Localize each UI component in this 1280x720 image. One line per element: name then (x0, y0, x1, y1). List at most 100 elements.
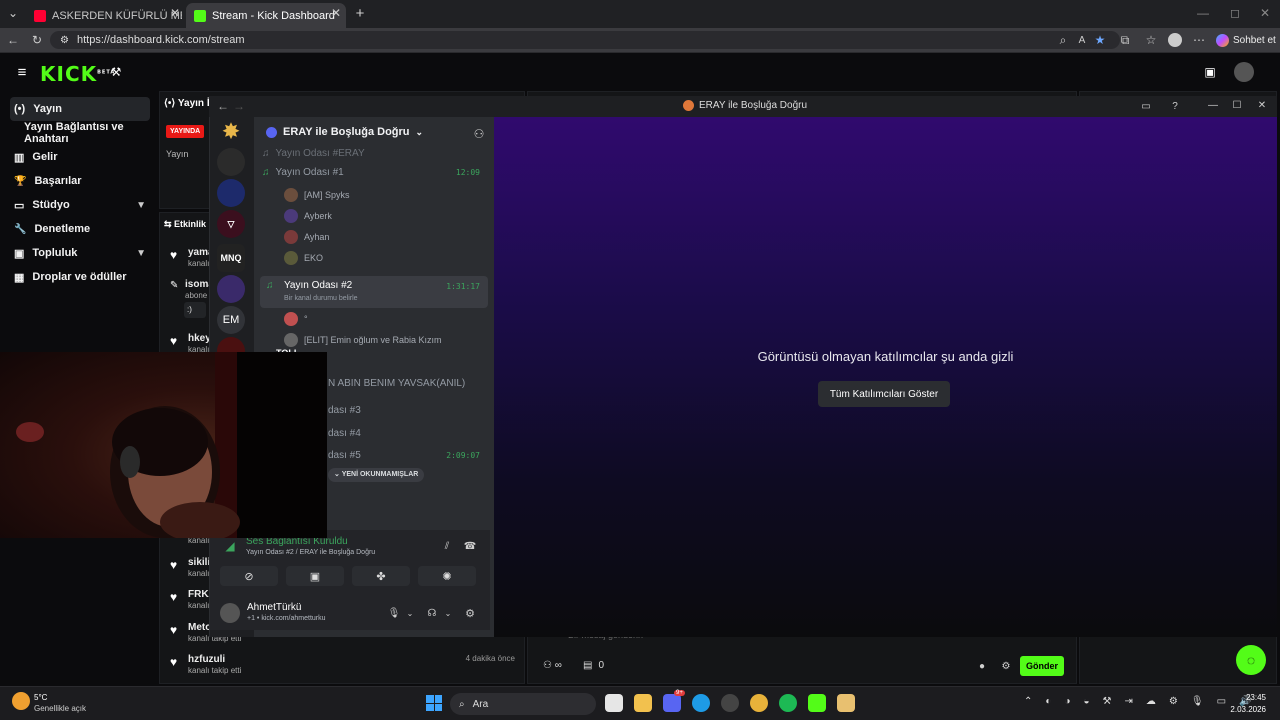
tab-close-icon[interactable]: ✕ (170, 6, 180, 20)
tray-app-icon[interactable]: ⚙ (1169, 696, 1178, 707)
gift-icon[interactable]: ▤ (583, 660, 592, 671)
tab-youtube[interactable]: ASKERDEN KÜFÜRLÜ MEKTUP | (c (26, 3, 182, 28)
settings-gear-icon[interactable]: ⚙ (1000, 660, 1012, 672)
minimize-icon[interactable]: — (1207, 98, 1219, 112)
channel-partial[interactable]: ♫ Yayın Odası #ERAY (262, 143, 488, 163)
file-explorer-icon[interactable] (634, 694, 652, 712)
user-settings-gear-icon[interactable]: ⚙ (464, 607, 476, 620)
copilot-button[interactable]: Sohbet et (1216, 33, 1276, 47)
extensions-icon[interactable]: ⧉ (1118, 33, 1132, 47)
sidebar-item-yayin[interactable]: (•) Yayın (10, 97, 150, 121)
tab-list-icon[interactable]: ⌄ (6, 6, 20, 20)
studio-icon[interactable]: ▣ (1202, 64, 1218, 80)
chevron-down-icon[interactable]: ⌄ (405, 607, 415, 619)
soundboard-button[interactable]: ✺ (418, 566, 476, 586)
camera-off-button[interactable]: ⊘ (220, 566, 278, 586)
back-arrow-icon[interactable]: ← (216, 99, 230, 113)
noise-suppression-icon[interactable]: ⫽ (440, 539, 454, 553)
chrome-icon[interactable] (750, 694, 768, 712)
steam-icon[interactable] (721, 694, 739, 712)
server-icon-badge[interactable]: ✸ (217, 117, 245, 145)
favorites-icon[interactable]: ☆ (1144, 33, 1158, 47)
chevron-up-icon[interactable]: ⌃ (1024, 696, 1032, 707)
sidebar-item-basarilar[interactable]: 🏆 Başarılar (10, 169, 150, 193)
activities-button[interactable]: ✤ (352, 566, 410, 586)
window-close-icon[interactable]: ✕ (1258, 6, 1272, 20)
task-view-icon[interactable] (605, 694, 623, 712)
headphones-icon[interactable]: ☊ (426, 607, 438, 619)
forward-arrow-icon[interactable]: → (232, 99, 246, 113)
hamburger-menu-icon[interactable]: ≡ (14, 64, 30, 81)
server-icon-mnq[interactable]: MNQ (217, 244, 245, 272)
clock-time[interactable]: 23:45 (1230, 693, 1266, 702)
profile-avatar[interactable] (1168, 33, 1182, 47)
refresh-icon[interactable]: ↻ (30, 33, 44, 47)
maximize-icon[interactable]: ☐ (1231, 98, 1243, 112)
kick-taskbar-icon[interactable] (808, 694, 826, 712)
favorite-star-icon[interactable]: ★ (1093, 33, 1107, 47)
sidebar-item-studyo[interactable]: ▭ Stüdyo ▼ (10, 193, 150, 217)
server-icon[interactable] (217, 179, 245, 207)
sidebar-item-topluluk[interactable]: ▣ Topluluk ▼ (10, 241, 150, 265)
channel-abin[interactable]: N ABIN BENIM YAVSAK(ANIL) (328, 373, 488, 393)
show-all-participants-button[interactable]: Tüm Katılımcıları Göster (818, 381, 950, 407)
voice-user[interactable]: Ayhan (284, 228, 329, 246)
hammer-icon[interactable]: ⚒ (108, 64, 124, 80)
server-header[interactable]: ERAY ile Boşluğa Doğru ⌄ (266, 126, 423, 138)
server-icon[interactable] (217, 275, 245, 303)
help-icon[interactable]: ? (1169, 99, 1181, 113)
spotify-icon[interactable] (779, 694, 797, 712)
voice-user[interactable]: EKO (284, 249, 323, 267)
chevron-down-icon[interactable]: ⌄ (443, 607, 453, 619)
channel-room1[interactable]: ♫ Yayın Odası #1 12:09 (262, 162, 488, 182)
tab-kick-dashboard[interactable]: Stream - Kick Dashboard (186, 3, 346, 28)
sidebar-item-droplar[interactable]: ▦ Droplar ve ödüller (10, 265, 150, 289)
tray-app-icon[interactable]: ☁ (1146, 696, 1156, 707)
microphone-icon[interactable]: 🎙 (1191, 696, 1204, 707)
taskbar-search[interactable]: ⌕ Ara (450, 693, 596, 715)
voice-user[interactable]: Ayberk (284, 207, 332, 225)
channel-room2-selected[interactable]: ♫ Yayın Odası #2 Bir kanal durumu belirl… (260, 276, 488, 308)
discord-taskbar-icon[interactable] (663, 694, 681, 712)
voice-user[interactable]: [ELIT] Emin oğlum ve Rabia Kızım (284, 331, 442, 349)
sidebar-item-denetleme[interactable]: 🔧 Denetleme (10, 217, 150, 241)
url-input[interactable]: ⚙ https://dashboard.kick.com/stream (50, 31, 1120, 49)
sidebar-item-gelir[interactable]: ▥ Gelir (10, 145, 150, 169)
avatar[interactable] (220, 603, 240, 623)
windows-start-icon[interactable] (426, 695, 442, 711)
back-icon[interactable]: ← (6, 33, 20, 47)
edge-icon[interactable] (692, 694, 710, 712)
new-tab-icon[interactable]: + (352, 5, 368, 22)
clock-date[interactable]: 2.03.2026 (1222, 705, 1266, 714)
read-aloud-icon[interactable]: A (1075, 33, 1089, 47)
emote-icon[interactable]: ● (976, 660, 988, 672)
disconnect-icon[interactable]: ☎ (463, 539, 477, 553)
tray-app-icon[interactable]: ◑ (1064, 696, 1070, 707)
tab-close-icon[interactable]: ✕ (331, 6, 341, 20)
unread-pill[interactable]: ⌄ YENİ OKUNMAMIŞLAR (328, 468, 425, 482)
tray-app-icon[interactable]: ◒ (1083, 696, 1089, 707)
server-icon[interactable] (217, 148, 245, 176)
people-icon[interactable]: ⚇ (543, 660, 552, 671)
server-icon-em[interactable]: EM (217, 306, 245, 334)
help-chat-icon[interactable]: ◌ (1236, 645, 1266, 675)
infinity-icon[interactable]: ∞ (555, 660, 562, 671)
kick-logo[interactable]: KICKBETA (40, 62, 115, 86)
tray-app-icon[interactable]: ◐ (1045, 696, 1051, 707)
tray-app-icon[interactable]: ⚒ (1103, 696, 1112, 707)
voice-user[interactable]: [AM] Spyks (284, 186, 350, 204)
more-menu-icon[interactable]: ⋯ (1192, 33, 1206, 47)
minimize-icon[interactable]: — (1196, 6, 1210, 20)
tray-app-icon[interactable]: ⇥ (1125, 696, 1133, 707)
add-member-icon[interactable]: ⚇ (472, 127, 486, 141)
inbox-icon[interactable]: ▭ (1140, 99, 1152, 113)
zoom-icon[interactable]: ⌕ (1056, 33, 1070, 47)
site-info-icon[interactable]: ⚙ (60, 35, 69, 46)
user-avatar[interactable] (1234, 62, 1254, 82)
app-icon[interactable] (837, 694, 855, 712)
close-icon[interactable]: ✕ (1256, 98, 1268, 112)
maximize-icon[interactable]: ◻ (1228, 6, 1242, 20)
send-button[interactable]: Gönder (1020, 656, 1064, 676)
screen-share-button[interactable]: ▣ (286, 566, 344, 586)
channel-room3[interactable]: dası #3 (328, 400, 488, 420)
